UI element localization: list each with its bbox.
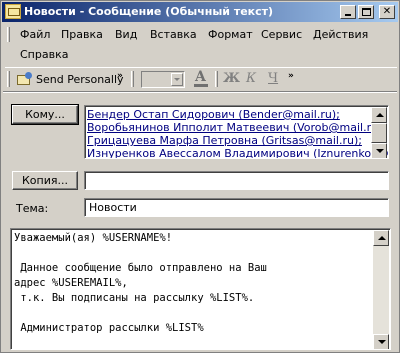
minimize-button[interactable] [340,5,356,19]
menu-actions[interactable]: Действия [313,28,368,41]
bold-button[interactable]: Ж [223,71,240,86]
toolbar: Send Personally » A Ж К Ч » [5,67,397,89]
menu-insert[interactable]: Вставка [150,28,197,41]
maximize-button[interactable] [358,5,374,19]
cc-field[interactable] [84,171,389,190]
to-recipients-field[interactable]: Бендер Остап Сидорович (Bender@mail.ru);… [84,105,389,159]
menu-help[interactable]: Справка [20,48,68,61]
to-button[interactable]: Кому... [11,104,79,125]
font-color-bar [194,84,208,87]
toolbar-separator [3,91,397,93]
body-line: Администратор рассылки %LIST% [14,322,204,334]
recipient-item[interactable]: Грицацуева Марфа Петровна (Gritsas@mail.… [87,134,362,147]
body-line: Уважаемый(ая) %USERNAME%! [14,232,173,244]
cc-button[interactable]: Копия... [12,171,78,190]
scroll-down-button[interactable] [373,334,389,349]
font-size-combo[interactable] [141,71,185,88]
subject-field[interactable]: Новости [84,198,389,217]
send-personally-icon [17,72,33,86]
scroll-thumb[interactable] [371,123,387,143]
maximize-icon [362,8,371,16]
menu-file[interactable]: Файл [20,28,50,41]
subject-value: Новости [89,201,137,214]
menu-edit[interactable]: Правка [61,28,103,41]
font-color-button[interactable]: A [193,69,209,87]
format-toolbar-grip[interactable] [131,71,134,87]
minimize-icon [345,14,351,16]
recipient-item[interactable]: Воробьянинов Ипполит Матвеевич (Vorob@ma… [87,121,386,134]
send-personally-label: Send Personally [36,72,124,86]
menu-view[interactable]: Вид [115,28,137,41]
body-line: Данное сообщение было отправлено на Ваш [14,262,267,274]
scroll-down-button[interactable] [371,143,387,158]
close-icon: ✕ [382,6,392,17]
format-overflow-chevron[interactable]: » [288,71,294,81]
toolbar-overflow-chevron[interactable]: » [117,71,123,81]
menu-grip[interactable] [7,27,10,42]
title-bar[interactable]: Новости - Сообщение (Обычный текст) ✕ [2,2,398,22]
scroll-up-button[interactable] [371,107,387,123]
message-body[interactable]: Уважаемый(ая) %USERNAME%! Данное сообщен… [10,228,391,350]
subject-label: Тема: [16,202,49,215]
scroll-up-button[interactable] [373,230,389,246]
message-icon [5,4,21,19]
toolbar-grip[interactable] [7,71,10,87]
font-color-icon: A [195,69,206,85]
italic-button[interactable]: К [246,71,256,86]
format-separator [215,71,218,87]
recipients-scrollbar[interactable] [371,107,387,158]
body-line: адрес %USEREMAIL%, [14,277,128,289]
recipient-item[interactable]: Изнуренков Авессалом Владимирович (Iznur… [87,147,388,158]
send-personally-button[interactable]: Send Personally [17,70,124,88]
menu-bar: Файл Правка Вид Вставка Формат Сервис Де… [5,25,397,65]
close-button[interactable]: ✕ [379,5,395,19]
recipient-item[interactable]: Бендер Остап Сидорович (Bender@mail.ru); [87,108,340,121]
menu-format[interactable]: Формат [208,28,253,41]
menu-tools[interactable]: Сервис [261,28,302,41]
message-window: Новости - Сообщение (Обычный текст) ✕ Фа… [0,0,400,353]
body-scrollbar[interactable] [373,230,389,349]
underline-button[interactable]: Ч [268,71,278,86]
window-title: Новости - Сообщение (Обычный текст) [24,5,274,18]
chevron-down-icon[interactable] [171,73,183,86]
body-line: т.к. Вы подписаны на рассылку %LIST%. [14,292,255,304]
